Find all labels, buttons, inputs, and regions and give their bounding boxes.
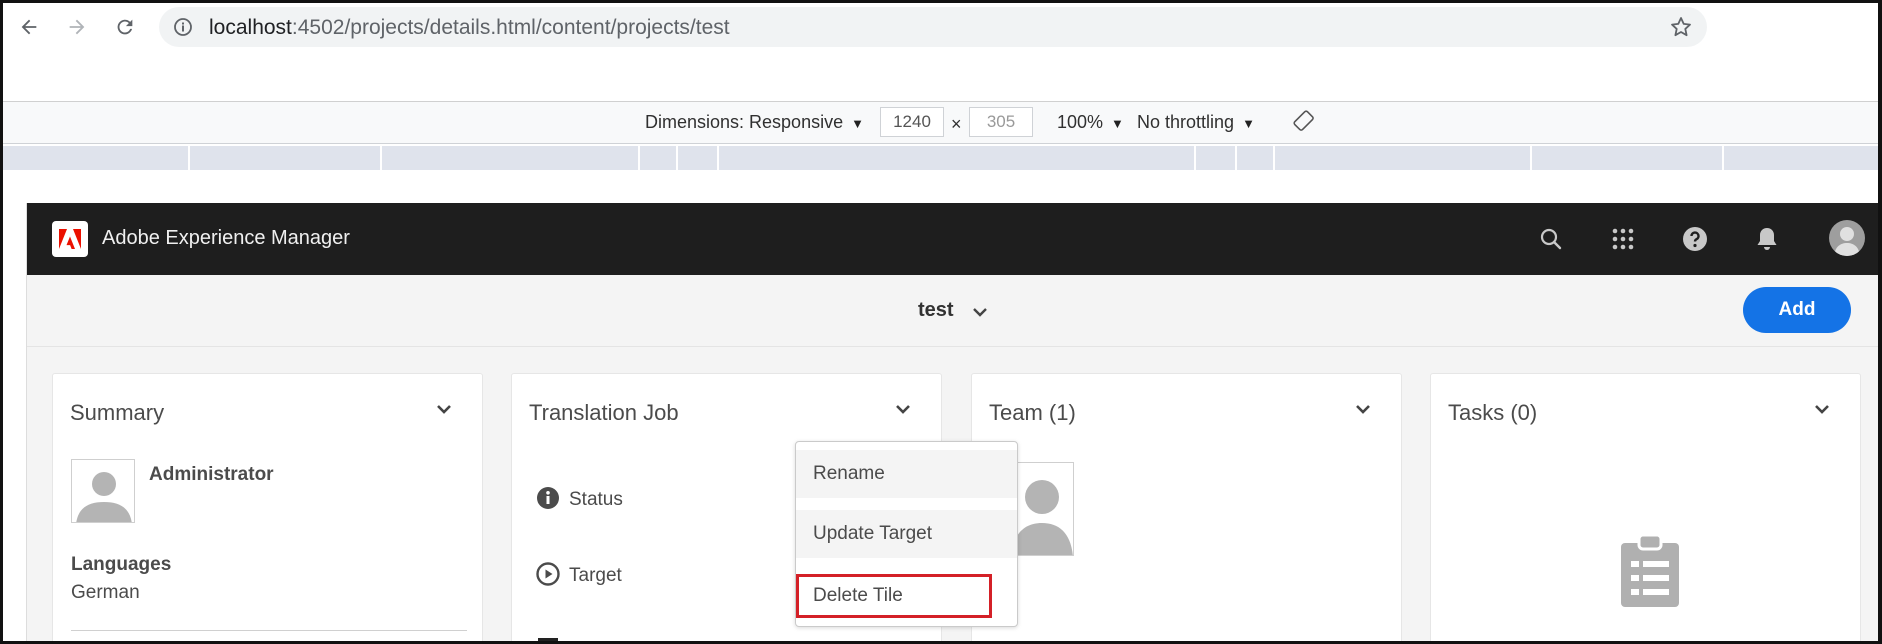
card-title: Summary bbox=[70, 400, 165, 425]
device-toolbar: Dimensions: Responsive ▼ 1240 × 305 100% ▼… bbox=[3, 102, 1878, 144]
tile-actions-menu: Rename Update Target Delete Tile bbox=[795, 441, 1018, 627]
app-title[interactable]: Adobe Experience Manager bbox=[102, 227, 350, 250]
ruler-tick bbox=[380, 146, 382, 170]
adobe-logo-icon[interactable] bbox=[52, 221, 88, 257]
rotate-icon[interactable] bbox=[1293, 110, 1315, 137]
throttling-label: No throttling bbox=[1137, 112, 1235, 132]
user-avatar[interactable] bbox=[1829, 220, 1865, 256]
star-icon[interactable] bbox=[1669, 15, 1693, 39]
summary-card: Summary Administrator Languages German bbox=[52, 373, 483, 641]
zoom-label: 100% bbox=[1057, 112, 1104, 132]
team-card: Team (1) bbox=[971, 373, 1402, 641]
media-query-ruler[interactable] bbox=[3, 146, 1878, 170]
back-arrow-icon[interactable] bbox=[15, 13, 43, 41]
address-bar[interactable]: localhost:4502/projects/details.html/con… bbox=[159, 7, 1707, 47]
help-icon[interactable] bbox=[1681, 225, 1709, 253]
caret-down-icon: ▼ bbox=[1111, 116, 1124, 131]
page-viewport: Adobe Experience Manager test Add Summar… bbox=[26, 203, 1878, 641]
card-title: Tasks (0) bbox=[1448, 400, 1538, 425]
menu-item-update-target[interactable]: Update Target bbox=[796, 510, 1017, 558]
ruler-tick bbox=[1194, 146, 1196, 170]
dimensions-label: Dimensions: Responsive bbox=[645, 112, 844, 132]
times-sign: × bbox=[951, 114, 962, 134]
search-icon[interactable] bbox=[1537, 225, 1565, 253]
target-label[interactable]: Target bbox=[569, 565, 622, 587]
ruler-tick bbox=[1722, 146, 1724, 170]
screenshot-frame: localhost:4502/projects/details.html/con… bbox=[0, 0, 1882, 644]
ruler-tick bbox=[188, 146, 190, 170]
width-input[interactable]: 1240 bbox=[880, 107, 944, 137]
dimensions-dropdown[interactable]: Dimensions: Responsive ▼ bbox=[645, 112, 864, 133]
caret-down-icon: ▼ bbox=[1242, 116, 1255, 131]
zoom-dropdown[interactable]: 100% ▼ bbox=[1057, 112, 1124, 133]
chevron-down-icon[interactable] bbox=[892, 398, 914, 420]
card-title: Team (1) bbox=[989, 400, 1076, 425]
chevron-down-icon[interactable] bbox=[972, 305, 988, 317]
url-text[interactable]: localhost:4502/projects/details.html/con… bbox=[209, 16, 730, 40]
clipboard-icon bbox=[1619, 533, 1681, 609]
chevron-down-icon[interactable] bbox=[433, 398, 455, 420]
url-path: :4502/projects/details.html/content/proj… bbox=[291, 16, 730, 39]
caret-down-icon: ▼ bbox=[851, 116, 864, 131]
languages-value: German bbox=[71, 582, 140, 603]
action-bar: test Add bbox=[27, 275, 1878, 347]
reload-icon[interactable] bbox=[111, 13, 139, 41]
ruler-tick bbox=[717, 146, 719, 170]
card-title: Translation Job bbox=[529, 400, 679, 425]
ruler-tick bbox=[1530, 146, 1532, 170]
throttling-dropdown[interactable]: No throttling ▼ bbox=[1137, 112, 1255, 133]
document-icon bbox=[536, 636, 560, 641]
avatar bbox=[71, 459, 135, 523]
ruler-tick bbox=[676, 146, 678, 170]
height-input[interactable]: 305 bbox=[969, 107, 1033, 137]
chevron-down-icon[interactable] bbox=[1352, 398, 1374, 420]
ruler-tick bbox=[1273, 146, 1275, 170]
owner-name: Administrator bbox=[149, 464, 274, 485]
play-icon bbox=[536, 562, 560, 586]
bell-icon[interactable] bbox=[1753, 225, 1781, 253]
languages-label: Languages bbox=[71, 554, 172, 575]
status-label[interactable]: Status bbox=[569, 489, 623, 511]
url-host: localhost bbox=[209, 16, 292, 39]
ruler-tick bbox=[1235, 146, 1237, 170]
menu-item-rename[interactable]: Rename bbox=[796, 450, 1017, 498]
highlight-box bbox=[796, 574, 992, 618]
browser-toolbar: localhost:4502/projects/details.html/con… bbox=[3, 3, 1878, 51]
page-title[interactable]: test bbox=[918, 299, 954, 322]
forward-arrow-icon[interactable] bbox=[63, 13, 91, 41]
info-icon bbox=[536, 486, 560, 510]
chevron-down-icon[interactable] bbox=[1811, 398, 1833, 420]
add-button[interactable]: Add bbox=[1743, 287, 1851, 333]
apps-grid-icon[interactable] bbox=[1609, 225, 1637, 253]
ruler-tick bbox=[638, 146, 640, 170]
divider bbox=[71, 630, 467, 631]
aem-shell-header: Adobe Experience Manager bbox=[27, 203, 1878, 275]
info-circle-icon[interactable] bbox=[173, 17, 193, 37]
